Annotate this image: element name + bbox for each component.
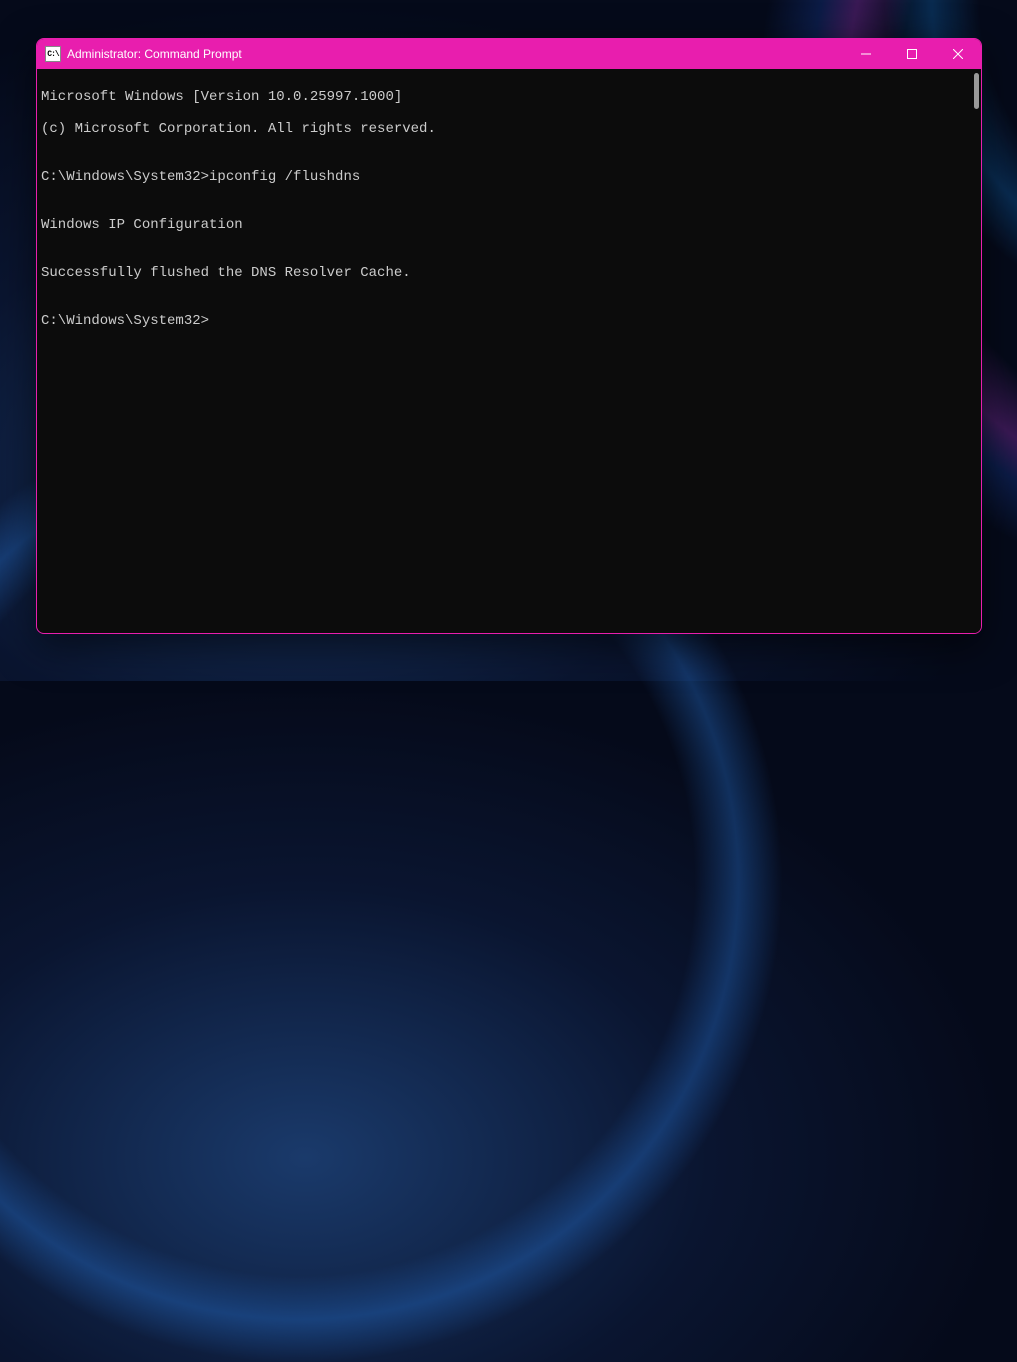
terminal-line: Microsoft Windows [Version 10.0.25997.10…: [41, 89, 981, 105]
minimize-button[interactable]: [843, 39, 889, 69]
scrollbar-thumb[interactable]: [974, 73, 979, 109]
maximize-icon: [907, 49, 917, 59]
terminal-prompt: C:\Windows\System32>: [41, 313, 981, 329]
terminal-line: Windows IP Configuration: [41, 217, 981, 233]
close-icon: [953, 49, 963, 59]
command-prompt-window: C:\ Administrator: Command Prompt Micros…: [36, 38, 982, 634]
terminal-line: (c) Microsoft Corporation. All rights re…: [41, 121, 981, 137]
close-button[interactable]: [935, 39, 981, 69]
window-controls: [843, 39, 981, 69]
scrollbar-track[interactable]: [969, 69, 981, 633]
minimize-icon: [861, 49, 871, 59]
terminal-line: C:\Windows\System32>ipconfig /flushdns: [41, 169, 981, 185]
titlebar[interactable]: C:\ Administrator: Command Prompt: [37, 39, 981, 69]
terminal-line: Successfully flushed the DNS Resolver Ca…: [41, 265, 981, 281]
command-prompt-icon: C:\: [45, 46, 61, 62]
maximize-button[interactable]: [889, 39, 935, 69]
window-title: Administrator: Command Prompt: [67, 47, 242, 61]
terminal-output[interactable]: Microsoft Windows [Version 10.0.25997.10…: [37, 69, 981, 633]
